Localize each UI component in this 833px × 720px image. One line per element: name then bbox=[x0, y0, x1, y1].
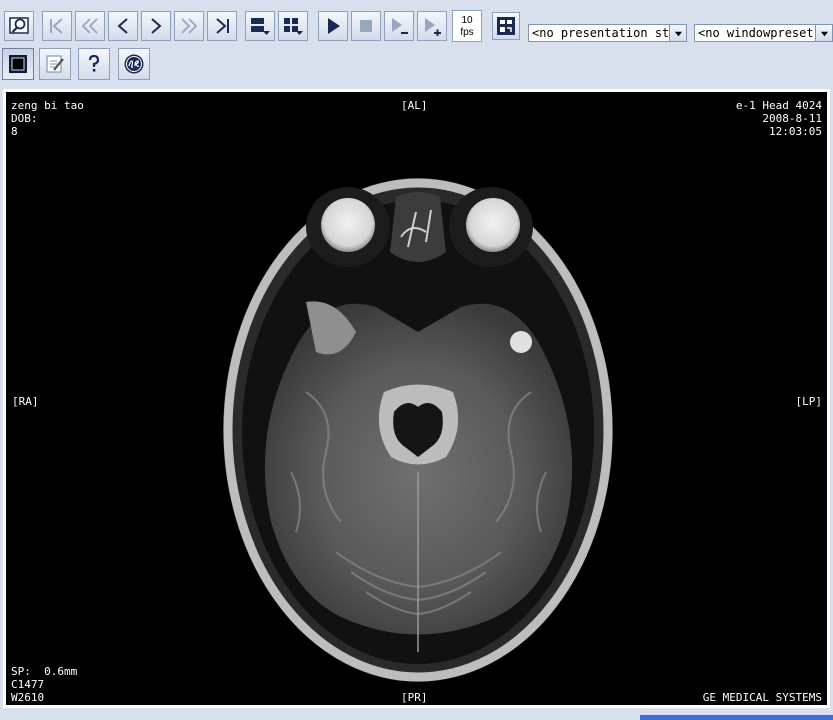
patient-age: 8 bbox=[11, 125, 18, 138]
slower-button[interactable] bbox=[384, 11, 414, 41]
chevron-down-icon[interactable] bbox=[815, 25, 832, 41]
cine-settings-button[interactable] bbox=[492, 12, 520, 40]
fullscreen-button[interactable] bbox=[2, 48, 34, 80]
notepad-pencil-icon bbox=[46, 55, 64, 73]
window-preset-value: <no windowpreset> bbox=[698, 26, 814, 40]
zoom-view-button[interactable] bbox=[4, 11, 34, 41]
layout-grid-button[interactable] bbox=[278, 11, 308, 41]
play-minus-icon bbox=[392, 18, 408, 34]
magnifier-icon bbox=[9, 17, 29, 34]
stop-button[interactable] bbox=[351, 11, 381, 41]
chevron-down-icon[interactable] bbox=[669, 25, 686, 41]
first-image-button[interactable] bbox=[42, 11, 72, 41]
skip-first-icon bbox=[50, 18, 63, 34]
previous-image-button[interactable] bbox=[108, 11, 138, 41]
stop-icon bbox=[360, 20, 372, 32]
dob-label: DOB: bbox=[11, 112, 38, 125]
double-chevron-right-icon bbox=[181, 18, 198, 34]
double-chevron-left-icon bbox=[81, 18, 98, 34]
orientation-bottom: [PR] bbox=[401, 691, 428, 704]
layout-rows-icon bbox=[251, 18, 270, 35]
cine-toolbar: 10 fps <no presentation st <no windowpre… bbox=[0, 0, 833, 44]
fps-unit: fps bbox=[460, 27, 474, 38]
fast-forward-button[interactable] bbox=[174, 11, 204, 41]
help-button[interactable] bbox=[78, 48, 110, 80]
window-center: C1477 bbox=[11, 678, 45, 691]
study-time: 12:03:05 bbox=[769, 125, 822, 138]
tools-toolbar bbox=[0, 44, 833, 86]
patient-name: zeng bi tao bbox=[11, 99, 84, 112]
orientation-right: [LP] bbox=[795, 395, 823, 408]
ge-logo-button[interactable] bbox=[118, 48, 150, 80]
screen-icon bbox=[9, 55, 27, 73]
chevron-right-icon bbox=[151, 18, 162, 34]
window-preset-select[interactable]: <no windowpreset> bbox=[694, 24, 833, 42]
fps-value: 10 bbox=[461, 15, 473, 26]
chevron-left-icon bbox=[117, 18, 128, 34]
last-image-button[interactable] bbox=[207, 11, 237, 41]
taskbar-edge bbox=[640, 715, 833, 720]
manufacturer-label: GE MEDICAL SYSTEMS bbox=[702, 691, 822, 704]
status-strip bbox=[0, 709, 833, 720]
study-date: 2008-8-11 bbox=[762, 112, 822, 125]
ge-logo-icon bbox=[124, 54, 144, 74]
series-description: e-1 Head 4024 bbox=[735, 99, 822, 112]
play-plus-icon bbox=[425, 18, 441, 36]
mri-axial-brain-image bbox=[223, 178, 613, 682]
play-icon bbox=[328, 18, 340, 34]
layout-grid-icon bbox=[284, 18, 303, 35]
play-button[interactable] bbox=[318, 11, 348, 41]
faster-button[interactable] bbox=[417, 11, 447, 41]
orientation-left: [RA] bbox=[12, 395, 39, 408]
fast-rewind-button[interactable] bbox=[75, 11, 105, 41]
orientation-top: [AL] bbox=[401, 99, 428, 112]
presentation-state-value: <no presentation st bbox=[532, 26, 668, 40]
presentation-state-select[interactable]: <no presentation st bbox=[528, 24, 687, 42]
fps-display[interactable]: 10 fps bbox=[452, 10, 482, 42]
window-width: W2610 bbox=[11, 691, 45, 704]
film-strip-icon bbox=[497, 17, 515, 35]
skip-last-icon bbox=[216, 18, 229, 34]
layout-rows-button[interactable] bbox=[245, 11, 275, 41]
next-image-button[interactable] bbox=[141, 11, 171, 41]
spacing-info: SP: 0.6mm bbox=[11, 665, 78, 678]
question-icon bbox=[88, 54, 100, 72]
image-viewport[interactable]: zeng bi tao DOB: 8 [AL] e-1 Head 4024 20… bbox=[3, 89, 830, 708]
annotate-button[interactable] bbox=[39, 48, 71, 80]
